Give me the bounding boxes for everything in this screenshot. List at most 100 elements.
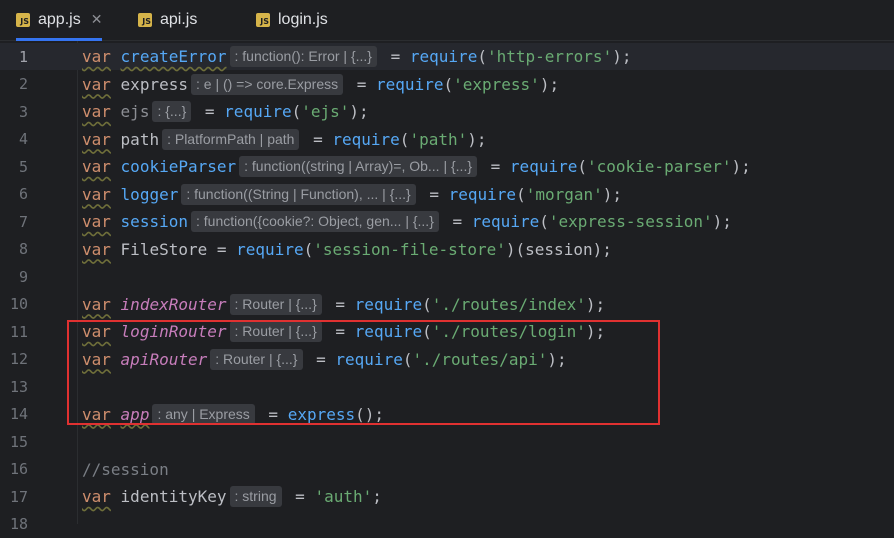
variable-name: createError [120, 47, 227, 66]
code-line[interactable]: 3 var ejs: {...} = require('ejs'); [0, 98, 894, 125]
code-line[interactable]: 9 [0, 263, 894, 290]
line-number: 7 [18, 212, 28, 231]
tab-label: login.js [278, 11, 328, 28]
line-number: 12 [9, 350, 28, 368]
code-content: var logger: function((String | Function)… [82, 181, 622, 208]
paren-open: ( [477, 47, 487, 66]
paren-open: ( [422, 322, 432, 341]
code-line[interactable]: 11 var loginRouter: Router | {...} = requ… [0, 318, 894, 345]
string-literal: 'express-session' [548, 212, 713, 231]
variable-name: logger [120, 184, 179, 204]
code-content: var cookieParser: function((string | Arr… [82, 153, 751, 180]
paren-open: ( [303, 239, 314, 259]
tab-login-js[interactable]: JS login.js [256, 0, 328, 40]
variable-name: FileStore [120, 239, 208, 259]
code-line[interactable]: 13 [0, 373, 894, 400]
code-line[interactable]: 4 var path: PlatformPath | path = require… [0, 126, 894, 153]
assign-operator: = [442, 212, 472, 231]
inlay-type-hint: : function((string | Array)=, Ob... | {.… [239, 156, 478, 177]
code-line[interactable]: 5 var cookieParser: function((string | Ar… [0, 153, 894, 180]
code-line[interactable]: 7 var session: function({cookie?: Object,… [0, 208, 894, 235]
paren-close: ); [349, 102, 369, 121]
code-line[interactable]: 18 [0, 511, 894, 538]
code-content: var createError: function(): Error | {..… [82, 43, 631, 70]
editor-tab-bar: JS app.js ✕ JS api.js JS login.js [0, 0, 894, 41]
string-literal: 'session-file-store' [313, 239, 506, 259]
string-literal: 'ejs' [301, 102, 350, 121]
paren-open: ( [516, 184, 526, 204]
keyword-token: var [82, 74, 111, 94]
paren-close: ); [467, 129, 487, 149]
line-number: 6 [18, 185, 28, 203]
paren-close: ); [547, 349, 567, 369]
function-call: require [236, 239, 304, 259]
function-call: require [332, 129, 400, 149]
code-content: var ejs: {...} = require('ejs'); [82, 98, 369, 125]
paren-close: ); [712, 212, 732, 231]
javascript-file-icon: JS [256, 13, 270, 27]
string-literal: './routes/index' [431, 294, 586, 314]
code-line[interactable]: 14 var app: any | Express = express(); [0, 401, 894, 428]
close-icon[interactable]: ✕ [91, 12, 103, 28]
line-number: 9 [18, 267, 28, 286]
paren-close: ; [372, 487, 382, 506]
statement-end: ); [592, 239, 612, 259]
assign-operator: = [303, 129, 333, 149]
line-number: 11 [9, 322, 28, 341]
code-line[interactable]: 10 var indexRouter: Router | {...} = requ… [0, 291, 894, 318]
function-call: require [335, 349, 403, 369]
paren-open: ( [291, 102, 302, 121]
inlay-type-hint: : function(): Error | {...} [229, 46, 377, 67]
variable-name: path [120, 129, 160, 149]
code-line[interactable]: 12 var apiRouter: Router | {...} = requir… [0, 346, 894, 373]
code-content: var express: e | () => core.Express = re… [82, 71, 559, 98]
function-call: express [287, 404, 356, 424]
line-number: 8 [18, 240, 28, 258]
keyword-token: var [82, 129, 111, 149]
line-number: 5 [18, 157, 28, 176]
code-line[interactable]: 2 var express: e | () => core.Express = r… [0, 71, 894, 98]
assign-operator: = [306, 349, 336, 369]
variable-name: cookieParser [120, 157, 237, 176]
string-literal: 'express' [453, 74, 540, 94]
assign-operator: = [195, 102, 225, 121]
paren-close: ); [612, 47, 632, 66]
variable-name: loginRouter [120, 322, 227, 341]
tab-api-js[interactable]: JS api.js [138, 0, 197, 40]
paren-close: )( [505, 239, 526, 259]
paren-open: ( [539, 212, 549, 231]
function-call: require [224, 102, 292, 121]
code-line[interactable]: 16 //session [0, 456, 894, 483]
keyword-token: var [82, 102, 111, 121]
line-number: 17 [9, 487, 28, 506]
code-editor[interactable]: 1 var createError: function(): Error | {.… [0, 41, 894, 533]
paren-close: ); [364, 404, 385, 424]
line-number: 1 [18, 47, 28, 66]
code-line[interactable]: 1 var createError: function(): Error | {.… [0, 43, 894, 70]
assign-operator: = [481, 157, 510, 176]
code-content: //session [82, 456, 169, 483]
code-line[interactable]: 8 var FileStore = require('session-file-s… [0, 236, 894, 263]
function-call: require [354, 322, 423, 341]
keyword-token: var [82, 47, 111, 66]
code-content: var loginRouter: Router | {...} = requir… [82, 318, 605, 345]
keyword-token: var [82, 212, 111, 231]
code-line[interactable]: 6 var logger: function((String | Function… [0, 181, 894, 208]
code-line[interactable]: 17 var identityKey: string = 'auth'; [0, 483, 894, 510]
line-number: 14 [9, 405, 28, 423]
tab-app-js[interactable]: JS app.js ✕ [16, 0, 103, 41]
code-content: var app: any | Express = express(); [82, 401, 384, 428]
code-line[interactable]: 15 [0, 428, 894, 455]
keyword-token: var [82, 322, 111, 341]
variable-name: express [120, 74, 188, 94]
paren-close: ); [585, 322, 606, 341]
assign-operator: = [347, 74, 377, 94]
keyword-token: var [82, 404, 111, 424]
